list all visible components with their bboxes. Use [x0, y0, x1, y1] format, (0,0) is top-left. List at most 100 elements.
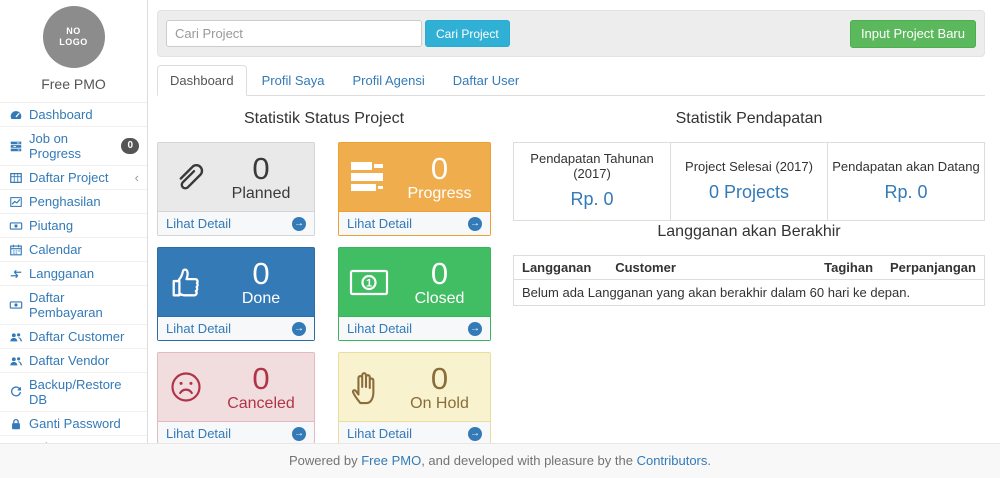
sidebar-item-label: Langganan: [29, 266, 94, 281]
contributors-link[interactable]: Contributors: [637, 453, 708, 468]
sidebar-item-daftar-customer[interactable]: Daftar Customer: [0, 325, 147, 349]
arrow-circle-right-icon: →: [468, 427, 482, 441]
paperclip-icon: [168, 157, 216, 197]
sidebar-item-backup-restore[interactable]: Backup/Restore DB: [0, 373, 147, 412]
income-stats-table: Pendapatan Tahunan (2017) Rp. 0 Project …: [513, 142, 985, 221]
done-count: 0: [216, 257, 306, 290]
sidebar: NO LOGO Free PMO Dashboard Job on Progre…: [0, 0, 148, 443]
status-section: Statistik Status Project 0 Planned Lihat…: [157, 108, 491, 446]
dashboard-icon: [8, 107, 23, 122]
col-customer: Customer: [607, 256, 816, 280]
sidebar-item-penghasilan[interactable]: Penghasilan: [0, 190, 147, 214]
sidebar-item-piutang[interactable]: Piutang: [0, 214, 147, 238]
arrow-circle-right-icon: →: [292, 217, 306, 231]
stat-value: Rp. 0: [832, 182, 980, 203]
income-section: Statistik Pendapatan Pendapatan Tahunan …: [513, 108, 985, 446]
status-section-title: Statistik Status Project: [157, 110, 491, 128]
card-on-hold: 0 On Hold Lihat Detail →: [338, 352, 491, 446]
col-tagihan: Tagihan: [816, 256, 882, 280]
stat-pendapatan-akan-datang: Pendapatan akan Datang Rp. 0: [828, 143, 985, 221]
sidebar-menu: Dashboard Job on Progress 0 Daftar Proje…: [0, 102, 147, 460]
users-icon: [8, 353, 23, 368]
closed-count: 0: [397, 257, 482, 290]
hand-stop-icon: [349, 368, 397, 406]
tab-daftar-user[interactable]: Daftar User: [440, 65, 532, 96]
card-closed: 1 0 Closed Lihat Detail →: [338, 247, 491, 341]
logo-text-line1: NO: [66, 26, 81, 37]
onhold-count: 0: [397, 362, 482, 395]
done-detail-link[interactable]: Lihat Detail →: [158, 316, 314, 340]
sidebar-item-daftar-vendor[interactable]: Daftar Vendor: [0, 349, 147, 373]
footer-text: , and developed with pleasure by the: [421, 453, 636, 468]
tasks-icon: [8, 139, 23, 154]
sidebar-item-ganti-password[interactable]: Ganti Password: [0, 412, 147, 436]
canceled-label: Canceled: [216, 395, 306, 413]
arrow-circle-right-icon: →: [468, 322, 482, 336]
free-pmo-link[interactable]: Free PMO: [361, 453, 421, 468]
tab-dashboard[interactable]: Dashboard: [157, 65, 247, 96]
sidebar-item-label: Ganti Password: [29, 416, 121, 431]
input-project-baru-button[interactable]: Input Project Baru: [850, 20, 976, 48]
footer-text: Powered by: [289, 453, 361, 468]
stat-project-selesai: Project Selesai (2017) 0 Projects: [671, 143, 828, 221]
tasks-icon: [349, 160, 397, 194]
retweet-icon: [8, 266, 23, 281]
job-count-badge: 0: [121, 138, 139, 154]
onhold-detail-link[interactable]: Lihat Detail →: [339, 421, 490, 445]
thumbs-up-icon: [168, 263, 216, 301]
chevron-left-icon: ‹: [135, 171, 139, 184]
table-icon: [8, 170, 23, 185]
sidebar-item-job-on-progress[interactable]: Job on Progress 0: [0, 127, 147, 166]
tab-bar: Dashboard Profil Saya Profil Agensi Daft…: [157, 65, 985, 96]
income-section-title: Statistik Pendapatan: [513, 110, 985, 128]
table-row: Belum ada Langganan yang akan berakhir d…: [514, 280, 985, 306]
sidebar-item-label: Penghasilan: [29, 194, 101, 209]
sidebar-item-label: Daftar Project: [29, 170, 108, 185]
empty-subscriptions-message: Belum ada Langganan yang akan berakhir d…: [514, 280, 985, 306]
canceled-count: 0: [216, 362, 306, 395]
money-icon: [8, 298, 23, 313]
calendar-icon: [8, 242, 23, 257]
sidebar-item-label: Daftar Pembayaran: [29, 290, 139, 320]
planned-count: 0: [216, 152, 306, 185]
sidebar-item-label: Daftar Vendor: [29, 353, 109, 368]
onhold-label: On Hold: [397, 395, 482, 413]
sidebar-item-calendar[interactable]: Calendar: [0, 238, 147, 262]
tab-profil-saya[interactable]: Profil Saya: [249, 65, 338, 96]
sidebar-item-daftar-pembayaran[interactable]: Daftar Pembayaran: [0, 286, 147, 325]
sidebar-item-label: Calendar: [29, 242, 82, 257]
sidebar-item-label: Backup/Restore DB: [29, 377, 139, 407]
search-panel: Cari Project Input Project Baru: [157, 10, 985, 57]
footer-text: .: [707, 453, 711, 468]
money-icon: [8, 218, 23, 233]
progress-count: 0: [397, 152, 482, 185]
sidebar-item-daftar-project[interactable]: Daftar Project ‹: [0, 166, 147, 190]
search-input[interactable]: [166, 20, 422, 47]
lock-icon: [8, 416, 23, 431]
svg-text:1: 1: [366, 277, 372, 289]
search-button[interactable]: Cari Project: [425, 20, 510, 47]
tab-profil-agensi[interactable]: Profil Agensi: [339, 65, 437, 96]
money-bill-icon: 1: [349, 269, 397, 296]
sidebar-item-dashboard[interactable]: Dashboard: [0, 103, 147, 127]
progress-detail-link[interactable]: Lihat Detail →: [339, 211, 490, 235]
subscription-table: Langganan Customer Tagihan Perpanjangan …: [513, 255, 985, 306]
done-label: Done: [216, 290, 306, 308]
no-logo-badge: NO LOGO: [43, 6, 105, 68]
planned-detail-link[interactable]: Lihat Detail →: [158, 211, 314, 235]
card-canceled: 0 Canceled Lihat Detail →: [157, 352, 315, 446]
line-chart-icon: [8, 194, 23, 209]
planned-label: Planned: [216, 185, 306, 203]
sidebar-item-langganan[interactable]: Langganan: [0, 262, 147, 286]
card-planned: 0 Planned Lihat Detail →: [157, 142, 315, 236]
users-icon: [8, 329, 23, 344]
canceled-detail-link[interactable]: Lihat Detail →: [158, 421, 314, 445]
sidebar-item-label: Job on Progress: [29, 131, 115, 161]
closed-detail-link[interactable]: Lihat Detail →: [339, 316, 490, 340]
brand-name: Free PMO: [0, 76, 147, 92]
sidebar-item-label: Daftar Customer: [29, 329, 124, 344]
sidebar-item-label: Piutang: [29, 218, 73, 233]
refresh-icon: [8, 385, 23, 400]
closed-label: Closed: [397, 290, 482, 308]
progress-label: Progress: [397, 185, 482, 203]
